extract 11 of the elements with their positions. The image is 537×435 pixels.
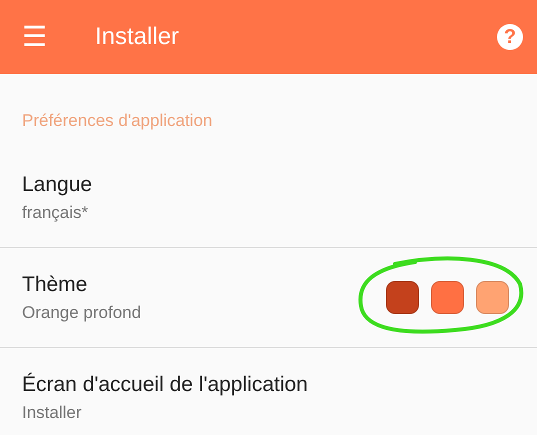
app-title: Installer (95, 23, 180, 51)
setting-summary: Orange profond (22, 302, 142, 322)
color-swatch[interactable] (386, 281, 419, 314)
setting-title[interactable]: Écran d'accueil de l'application (22, 373, 515, 397)
setting-title[interactable]: Langue (22, 172, 515, 196)
setting-summary: Installer (22, 403, 83, 423)
setting-summary: français* (22, 202, 90, 222)
color-swatch[interactable] (476, 281, 509, 314)
section-header: Préférences d'application (22, 111, 212, 130)
color-swatch[interactable] (431, 281, 464, 314)
setting-title[interactable]: Thème (22, 272, 386, 296)
